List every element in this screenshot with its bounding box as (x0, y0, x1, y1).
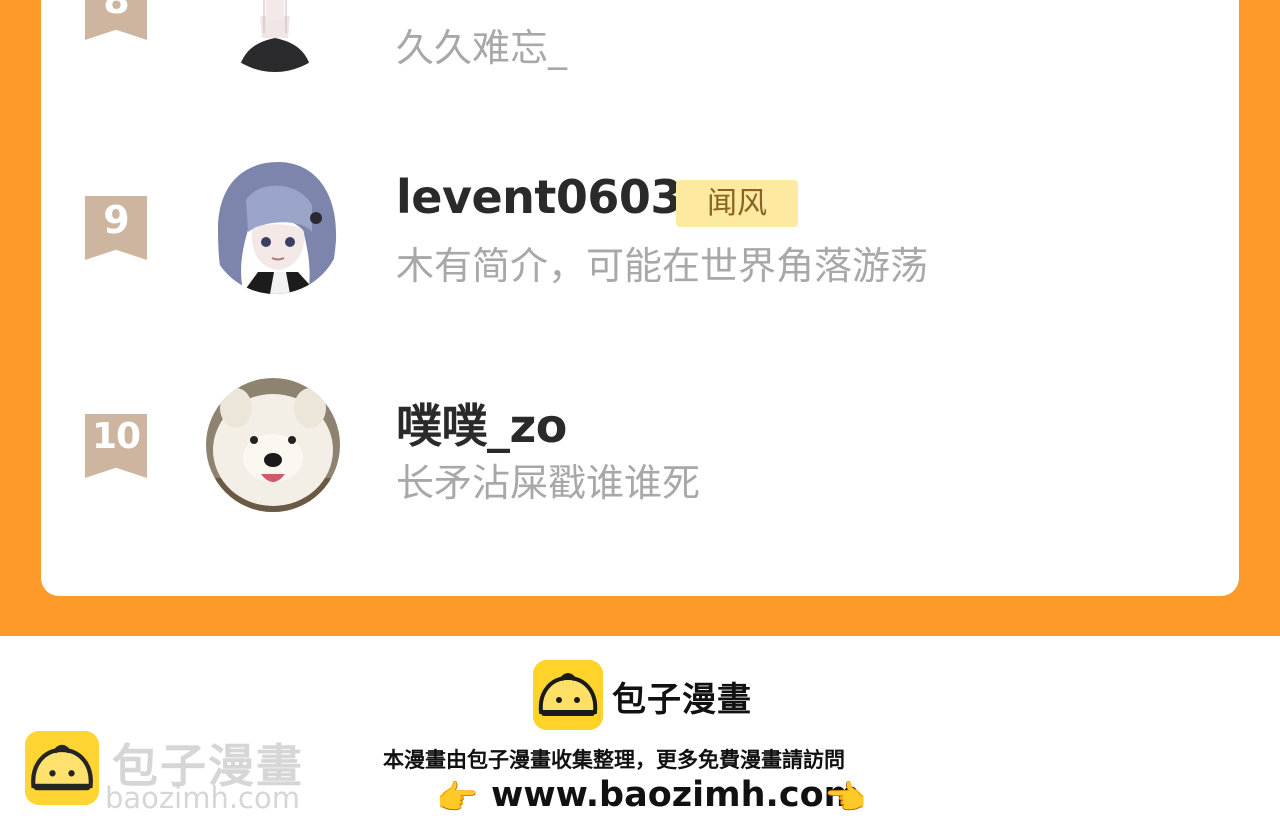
baozi-logo-icon[interactable] (533, 660, 603, 730)
pointing-left-icon: 👈 (824, 779, 867, 817)
brand-title: 包子漫畫 (612, 680, 752, 720)
avatar-user-9[interactable] (208, 160, 342, 294)
footer-notice: 本漫畫由包子漫畫收集整理，更多免費漫畫請訪問 (383, 748, 845, 772)
watermark-logo-icon (25, 731, 99, 805)
site-url-link[interactable]: www.baozimh.com (491, 775, 860, 815)
pointing-right-icon: 👉 (436, 779, 479, 817)
user-bio: 木有简介，可能在世界角落游荡 (396, 244, 929, 288)
username[interactable]: 噗噗_zo (396, 390, 567, 456)
user-bio: 长矛沾屎戳谁谁死 (396, 461, 701, 505)
user-bio: 久久难忘_ (396, 26, 568, 70)
avatar-user-10[interactable] (206, 378, 340, 512)
user-title-tag: 闻风 (676, 180, 798, 227)
username[interactable]: levent0603 (396, 170, 682, 224)
watermark-url: baozimh.com (105, 781, 300, 815)
